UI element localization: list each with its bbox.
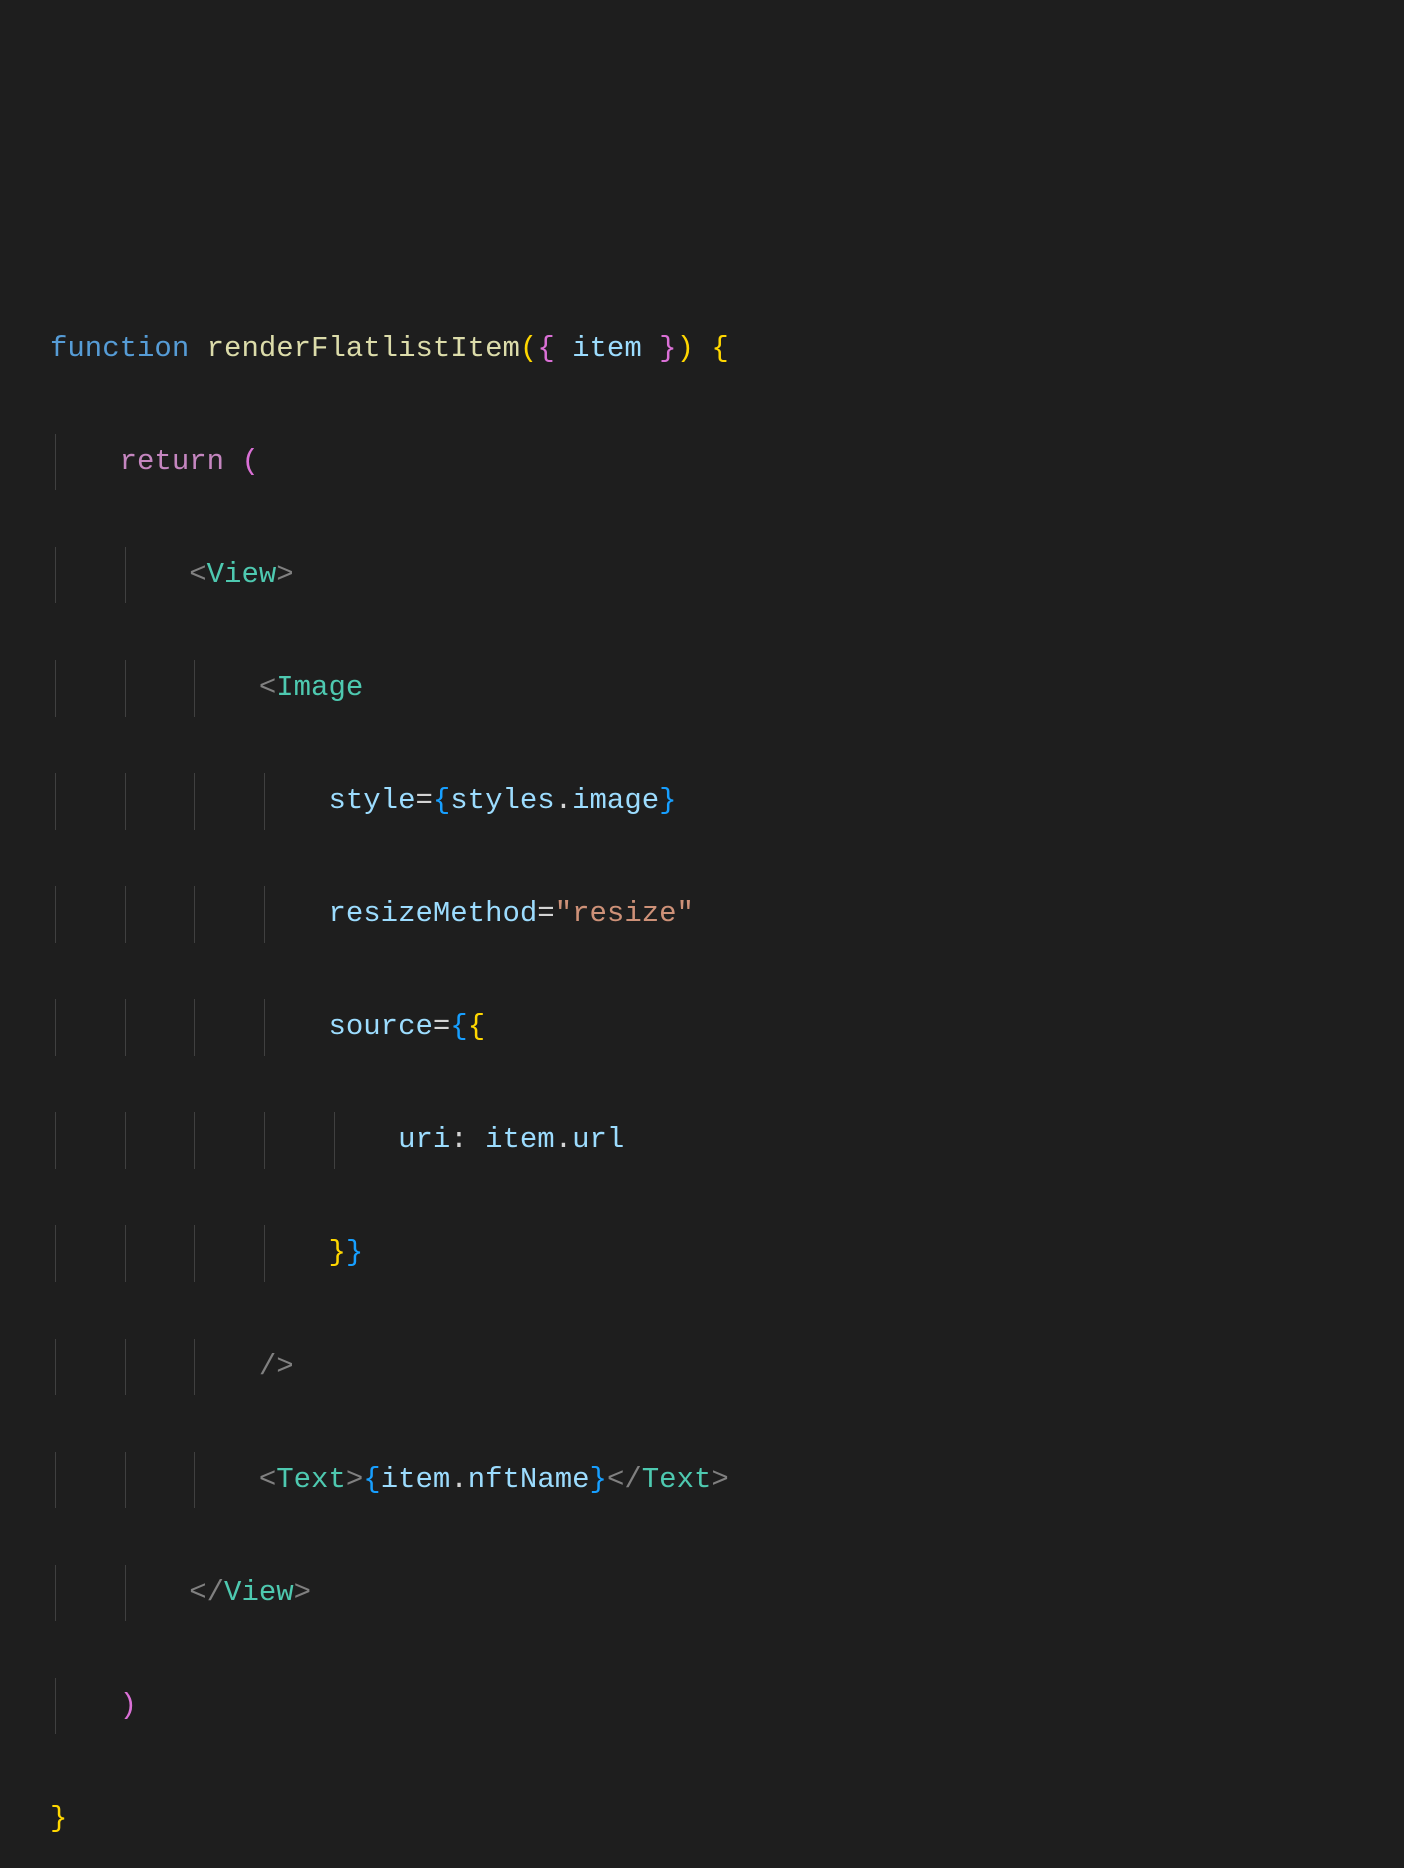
paren-close: ) — [120, 1689, 137, 1722]
keyword-return: return — [120, 445, 224, 478]
equals: = — [537, 897, 554, 930]
paren-close: ) — [677, 332, 694, 365]
code-line: } — [50, 1791, 1354, 1848]
code-line: <Image — [50, 660, 1354, 717]
paren-open: ( — [241, 445, 258, 478]
jsx-component: View — [207, 558, 277, 591]
property: url — [572, 1123, 624, 1156]
jsx-bracket: > — [346, 1463, 363, 1496]
colon: : — [450, 1123, 467, 1156]
object-brace: { — [468, 1010, 485, 1043]
brace-open: { — [537, 332, 554, 365]
paren-open: ( — [520, 332, 537, 365]
jsx-bracket: </ — [189, 1576, 224, 1609]
code-line: return ( — [50, 434, 1354, 491]
jsx-bracket: </ — [607, 1463, 642, 1496]
dot: . — [450, 1463, 467, 1496]
jsx-bracket: > — [711, 1463, 728, 1496]
dot: . — [555, 1123, 572, 1156]
code-editor[interactable]: function renderFlatlistItem({ item }) { … — [50, 264, 1354, 1868]
keyword-function: function — [50, 332, 189, 365]
parameter: item — [572, 332, 642, 365]
code-line: }} — [50, 1225, 1354, 1282]
code-line: ) — [50, 1678, 1354, 1735]
jsx-component: Text — [276, 1463, 346, 1496]
body-brace-close: } — [50, 1802, 67, 1835]
function-name: renderFlatlistItem — [207, 332, 520, 365]
object-key: uri — [398, 1123, 450, 1156]
jsx-brace: { — [433, 784, 450, 817]
dot: . — [555, 784, 572, 817]
jsx-bracket: > — [276, 558, 293, 591]
jsx-component: Image — [276, 671, 363, 704]
code-line: function renderFlatlistItem({ item }) { — [50, 321, 1354, 378]
property: nftName — [468, 1463, 590, 1496]
code-line: <View> — [50, 547, 1354, 604]
object-ref: styles — [450, 784, 554, 817]
jsx-bracket: < — [259, 1463, 276, 1496]
code-line: /> — [50, 1339, 1354, 1396]
jsx-component: Text — [642, 1463, 712, 1496]
body-brace-open: { — [711, 332, 728, 365]
equals: = — [415, 784, 432, 817]
object-brace: } — [328, 1236, 345, 1269]
jsx-brace: { — [363, 1463, 380, 1496]
jsx-attr: resizeMethod — [328, 897, 537, 930]
code-line: style={styles.image} — [50, 773, 1354, 830]
code-line: resizeMethod="resize" — [50, 886, 1354, 943]
code-line: source={{ — [50, 999, 1354, 1056]
code-line: <Text>{item.nftName}</Text> — [50, 1452, 1354, 1509]
jsx-bracket: > — [294, 1576, 311, 1609]
jsx-brace: } — [659, 784, 676, 817]
jsx-bracket: < — [189, 558, 206, 591]
jsx-brace: } — [346, 1236, 363, 1269]
jsx-brace: { — [450, 1010, 467, 1043]
jsx-self-close: /> — [259, 1350, 294, 1383]
property: image — [572, 784, 659, 817]
code-line: uri: item.url — [50, 1112, 1354, 1169]
code-line: </View> — [50, 1565, 1354, 1622]
equals: = — [433, 1010, 450, 1043]
brace-close: } — [659, 332, 676, 365]
jsx-bracket: < — [259, 671, 276, 704]
object-ref: item — [485, 1123, 555, 1156]
object-ref: item — [381, 1463, 451, 1496]
jsx-attr: style — [328, 784, 415, 817]
jsx-brace: } — [590, 1463, 607, 1496]
jsx-attr: source — [328, 1010, 432, 1043]
string-literal: "resize" — [555, 897, 694, 930]
jsx-component: View — [224, 1576, 294, 1609]
